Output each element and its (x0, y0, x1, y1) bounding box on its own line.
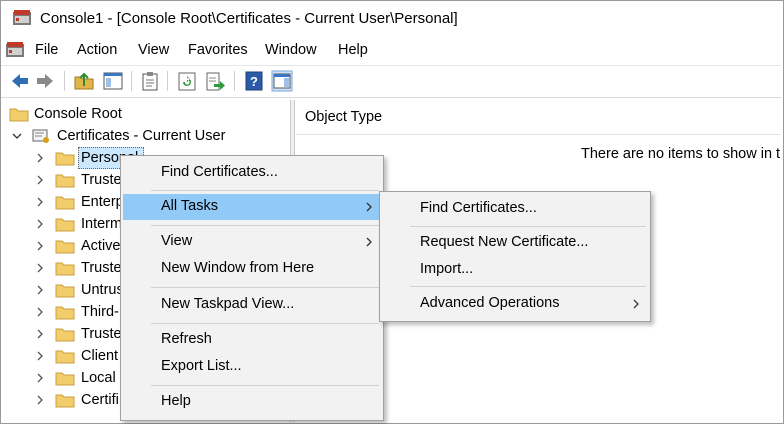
tree-label: Third- (81, 304, 119, 320)
all-tasks-submenu: Find Certificates... Request New Certifi… (379, 191, 651, 322)
menu-separator (151, 323, 379, 324)
svg-text:?: ? (250, 74, 258, 89)
tree-label: Truste (81, 326, 122, 342)
chevron-right-icon[interactable] (35, 395, 45, 405)
tree-label: Truste (81, 172, 122, 188)
folder-icon (55, 350, 75, 364)
chevron-right-icon (366, 202, 372, 212)
tree-label: Untrus (81, 282, 124, 298)
window-title: Console1 - [Console Root\Certificates - … (40, 10, 458, 27)
tree-label: Truste (81, 260, 122, 276)
title-bar: Console1 - [Console Root\Certificates - … (1, 1, 781, 35)
help-icon[interactable]: ? (243, 70, 265, 92)
up-folder-icon[interactable] (73, 70, 95, 92)
menu-file[interactable]: File (35, 42, 58, 58)
toolbar-separator (167, 71, 168, 91)
show-hide-console-tree-icon[interactable] (102, 70, 124, 92)
certificates-snapin-icon (32, 129, 49, 143)
chevron-right-icon[interactable] (35, 153, 45, 163)
tree-label: Certifi (81, 392, 119, 408)
chevron-right-icon[interactable] (35, 307, 45, 317)
menu-item-view[interactable]: View (123, 229, 381, 255)
menu-item-new-window-from-here[interactable]: New Window from Here (123, 256, 381, 282)
folder-icon (55, 394, 75, 408)
refresh-icon[interactable] (176, 70, 198, 92)
menu-window[interactable]: Window (265, 42, 317, 58)
menu-item-refresh[interactable]: Refresh (123, 327, 381, 353)
system-menu-icon[interactable] (5, 41, 25, 59)
toolbar-separator (64, 71, 65, 91)
folder-icon (55, 152, 75, 166)
tree-label: Interm (81, 216, 123, 232)
empty-list-message: There are no items to show in th (581, 146, 781, 162)
folder-icon (55, 328, 75, 342)
tree-label: Client (81, 348, 119, 364)
show-hide-action-pane-icon[interactable] (271, 70, 293, 92)
chevron-right-icon[interactable] (35, 351, 45, 361)
folder-icon (55, 372, 75, 386)
folder-icon (55, 174, 75, 188)
menu-bar: File Action View Favorites Window Help (1, 36, 781, 64)
chevron-right-icon[interactable] (35, 241, 45, 251)
submenu-item-import[interactable]: Import... (382, 257, 648, 283)
submenu-item-find-certificates[interactable]: Find Certificates... (382, 196, 648, 222)
chevron-right-icon[interactable] (35, 175, 45, 185)
menu-separator (151, 385, 379, 386)
tree-label: Certificates - Current User (57, 128, 226, 144)
tree-node-certificates-current-user[interactable]: Certificates - Current User (2, 126, 288, 148)
mmc-app-icon (13, 10, 31, 25)
tree-label: Active (81, 238, 121, 254)
menu-item-help[interactable]: Help (123, 389, 381, 415)
chevron-right-icon[interactable] (35, 197, 45, 207)
menu-item-find-certificates[interactable]: Find Certificates... (123, 160, 381, 186)
forward-arrow-icon[interactable] (34, 70, 56, 92)
folder-icon (55, 284, 75, 298)
toolbar-separator (131, 71, 132, 91)
toolbar: ? (1, 65, 781, 98)
toolbar-separator (234, 71, 235, 91)
chevron-down-icon[interactable] (12, 131, 22, 141)
menu-favorites[interactable]: Favorites (188, 42, 248, 58)
chevron-right-icon[interactable] (35, 373, 45, 383)
chevron-right-icon[interactable] (35, 263, 45, 273)
menu-item-export-list[interactable]: Export List... (123, 354, 381, 380)
menu-help[interactable]: Help (338, 42, 368, 58)
submenu-item-request-new-certificate[interactable]: Request New Certificate... (382, 230, 648, 256)
menu-view[interactable]: View (138, 42, 169, 58)
chevron-right-icon[interactable] (35, 329, 45, 339)
folder-icon (55, 262, 75, 276)
menu-separator (151, 190, 379, 191)
column-header-object-type[interactable]: Object Type (296, 100, 781, 135)
menu-item-new-taskpad-view[interactable]: New Taskpad View... (123, 292, 381, 318)
folder-icon (55, 240, 75, 254)
tree-label: Console Root (34, 106, 122, 122)
chevron-right-icon[interactable] (35, 285, 45, 295)
menu-item-all-tasks[interactable]: All Tasks (123, 194, 381, 220)
folder-icon (55, 218, 75, 232)
menu-separator (151, 287, 379, 288)
menu-action[interactable]: Action (77, 42, 117, 58)
chevron-right-icon[interactable] (35, 219, 45, 229)
export-list-icon[interactable] (204, 70, 226, 92)
column-header-label: Object Type (305, 109, 383, 125)
folder-icon (9, 108, 29, 122)
chevron-right-icon (633, 299, 639, 309)
submenu-item-advanced-operations[interactable]: Advanced Operations (382, 291, 648, 317)
back-arrow-icon[interactable] (9, 70, 31, 92)
tree-label: Enterp (81, 194, 124, 210)
folder-icon (55, 196, 75, 210)
folder-icon (55, 306, 75, 320)
tree-label: Local (81, 370, 116, 386)
clipboard-icon[interactable] (139, 70, 161, 92)
menu-separator (410, 286, 646, 287)
menu-separator (151, 225, 379, 226)
menu-separator (410, 226, 646, 227)
context-menu: Find Certificates... All Tasks View New … (120, 155, 384, 421)
chevron-right-icon (366, 237, 372, 247)
tree-node-console-root[interactable]: Console Root (2, 104, 288, 126)
